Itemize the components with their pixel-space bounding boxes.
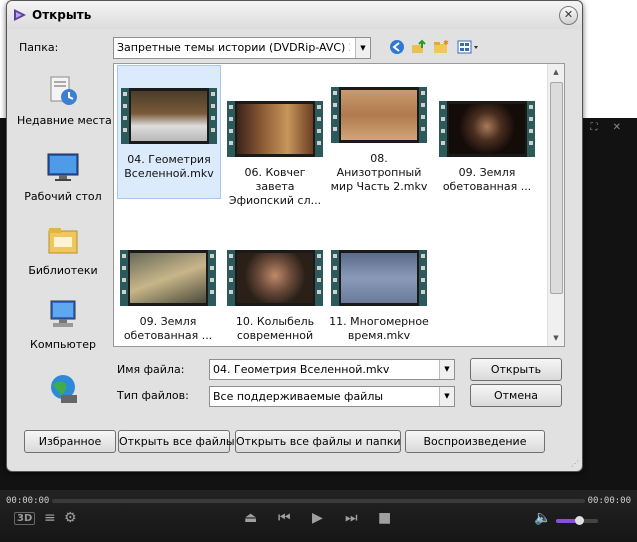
- place-libraries[interactable]: Библиотеки: [17, 225, 109, 277]
- file-name: 11. Многомерное время.mkv: [329, 315, 429, 342]
- chevron-down-icon[interactable]: ▼: [355, 38, 370, 58]
- volume-knob[interactable]: [575, 516, 585, 525]
- filename-input[interactable]: 04. Геометрия Вселенной.mkv ▼: [209, 359, 455, 380]
- close-button[interactable]: ✕: [559, 6, 578, 25]
- file-item[interactable]: 11. Многомерное время.mkv: [328, 228, 430, 343]
- folder-dropdown[interactable]: Запретные темы истории (DVDRip-AVC) 2004…: [113, 37, 371, 59]
- video-thumbnail: [331, 250, 427, 306]
- stop-icon[interactable]: ■: [378, 510, 391, 526]
- dialog-titlebar[interactable]: Открыть ✕: [7, 1, 582, 29]
- place-libraries-label: Библиотеки: [28, 264, 98, 277]
- file-name: 09. Земля обетованная ...: [123, 315, 213, 342]
- file-name: 08. Анизотропный мир Часть 2.mkv: [330, 152, 428, 193]
- filename-label: Имя файла:: [117, 363, 185, 376]
- file-item[interactable]: 04. Геометрия Вселенной.mkv: [117, 65, 221, 199]
- total-time: 00:00:00: [587, 496, 631, 506]
- libraries-icon: [48, 228, 78, 254]
- cancel-button[interactable]: Отмена: [470, 384, 562, 407]
- filetype-value: Все поддерживаемые файлы: [213, 390, 384, 403]
- new-folder-icon[interactable]: ✱: [433, 39, 449, 55]
- video-thumbnail: [227, 250, 323, 306]
- playlist-icon[interactable]: ≡: [44, 510, 56, 526]
- scrollbar-thumb[interactable]: [550, 82, 563, 294]
- place-recent[interactable]: Недавние места: [17, 75, 112, 127]
- file-item[interactable]: 09. Земля обетованная ...: [117, 228, 219, 343]
- volume-icon[interactable]: 🔈: [534, 510, 551, 526]
- open-button[interactable]: Открыть: [470, 358, 562, 381]
- eject-icon[interactable]: ⏏: [244, 510, 257, 526]
- place-computer-label: Компьютер: [30, 338, 96, 351]
- open-all-files-button[interactable]: Открыть все файлы: [118, 430, 235, 453]
- file-name: 09. Земля обетованная ...: [442, 166, 532, 193]
- video-thumbnail: [120, 250, 216, 306]
- scroll-down-icon[interactable]: ▼: [548, 330, 564, 346]
- folder-value: Запретные темы истории (DVDRip-AVC) 2004…: [117, 41, 350, 54]
- up-folder-icon[interactable]: [411, 39, 427, 55]
- place-computer[interactable]: Компьютер: [17, 299, 109, 351]
- 3d-icon[interactable]: 3D: [14, 512, 36, 525]
- file-item[interactable]: 09. Земля обетованная ...: [436, 79, 538, 194]
- file-item[interactable]: 10. Колыбель современной ци...: [224, 228, 326, 346]
- gear-icon[interactable]: ⚙: [64, 510, 77, 526]
- playback-button[interactable]: Воспроизведение: [405, 430, 545, 453]
- video-thumbnail: [121, 88, 217, 144]
- desktop-icon: [47, 153, 79, 181]
- file-name: 10. Колыбель современной ци...: [235, 315, 315, 346]
- filetype-select[interactable]: Все поддерживаемые файлы ▼: [209, 386, 455, 407]
- previous-icon[interactable]: ⏮: [278, 510, 291, 526]
- place-desktop[interactable]: Рабочий стол: [17, 151, 109, 203]
- file-name: 04. Геометрия Вселенной.mkv: [124, 153, 214, 180]
- player-control-bar: 00:00:00 00:00:00 3D ≡ ⚙ ⏏ ⏮ ▶ ⏭ ■ 🔈: [0, 490, 637, 542]
- network-icon: [51, 375, 77, 403]
- folder-label: Папка:: [19, 41, 59, 54]
- scroll-up-icon[interactable]: ▲: [548, 64, 564, 80]
- play-icon[interactable]: ▶: [312, 510, 323, 526]
- view-menu-icon[interactable]: [457, 39, 481, 55]
- file-name: 06. Ковчег завета Эфиопский сл...: [228, 166, 322, 207]
- vertical-scrollbar[interactable]: ▲ ▼: [547, 64, 564, 346]
- seek-bar[interactable]: [52, 499, 585, 503]
- volume-slider[interactable]: [556, 516, 598, 525]
- place-desktop-label: Рабочий стол: [24, 190, 102, 203]
- back-icon[interactable]: [389, 39, 405, 55]
- dialog-title: Открыть: [32, 8, 92, 22]
- open-all-files-folders-button[interactable]: Открыть все файлы и папки: [235, 430, 401, 453]
- filetype-label: Тип файлов:: [117, 389, 189, 402]
- computer-icon: [50, 300, 76, 327]
- resize-grip-icon[interactable]: ⋰: [571, 459, 579, 468]
- file-item[interactable]: 06. Ковчег завета Эфиопский сл...: [224, 79, 326, 208]
- place-recent-label: Недавние места: [17, 114, 112, 127]
- filename-value: 04. Геометрия Вселенной.mkv: [213, 363, 390, 376]
- chevron-down-icon[interactable]: ▼: [439, 387, 454, 406]
- current-time: 00:00:00: [6, 496, 50, 506]
- recent-places-icon: [50, 76, 77, 105]
- app-logo-icon: [14, 9, 26, 21]
- favorites-button[interactable]: Избранное: [24, 430, 116, 453]
- video-thumbnail: [331, 87, 427, 143]
- chevron-down-icon[interactable]: ▼: [439, 360, 454, 379]
- video-thumbnail: [439, 101, 535, 157]
- file-item[interactable]: 08. Анизотропный мир Часть 2.mkv: [328, 65, 430, 194]
- next-icon[interactable]: ⏭: [345, 510, 358, 526]
- file-list-view[interactable]: 04. Геометрия Вселенной.mkv 06. Ковчег з…: [113, 63, 565, 347]
- video-thumbnail: [227, 101, 323, 157]
- open-file-dialog: Открыть ✕ Папка: Запретные темы истории …: [6, 0, 583, 472]
- player-window-icons[interactable]: ⛶ ✕: [590, 122, 627, 133]
- place-network[interactable]: [17, 373, 109, 412]
- svg-text:✱: ✱: [443, 39, 449, 47]
